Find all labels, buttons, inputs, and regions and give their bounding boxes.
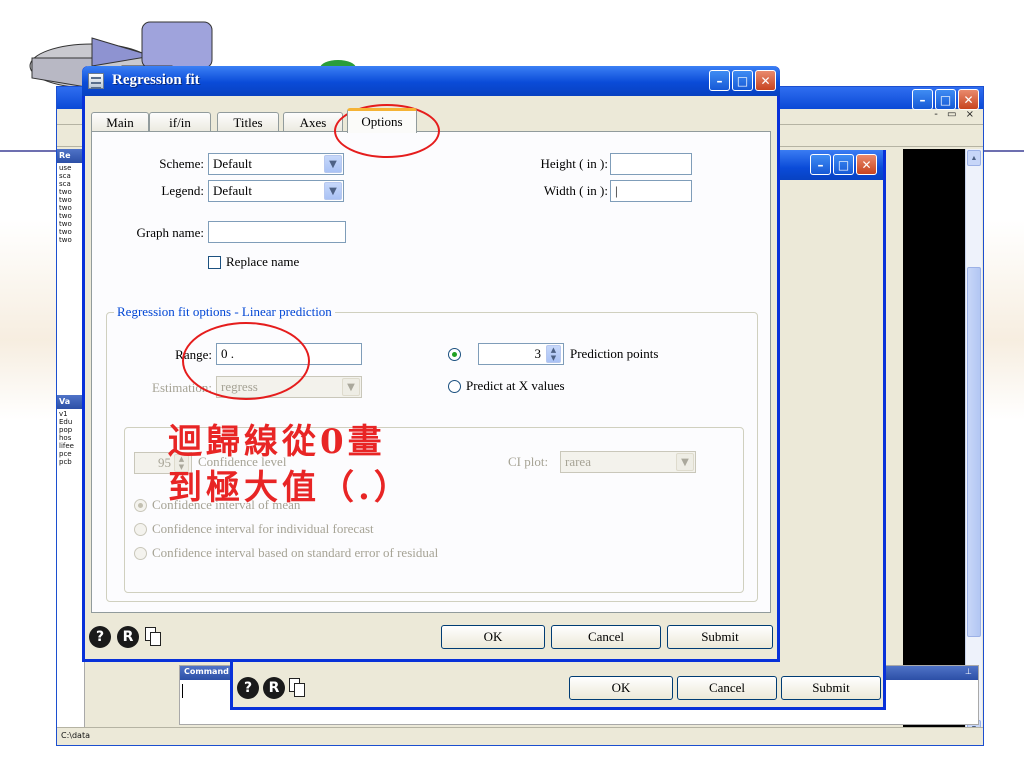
review-list[interactable]: use sca sca two two two two two two two <box>57 163 84 245</box>
variable-item[interactable]: pce <box>59 450 82 458</box>
dialog-title-bar[interactable]: Regression fit – □ ✕ <box>82 66 780 96</box>
chevron-down-icon[interactable]: ▼ <box>324 155 342 173</box>
chevron-down-icon: ▼ <box>676 453 694 471</box>
chevron-down-icon[interactable]: ▼ <box>324 182 342 200</box>
chevron-down-icon: ▼ <box>342 378 360 396</box>
pin-icon[interactable]: ⊥ <box>965 667 972 676</box>
annotation-line-2: 到極大值（.） <box>168 468 412 508</box>
graph-name-label: Graph name: <box>136 225 204 240</box>
review-variables-pane: Re use sca sca two two two two two two t… <box>57 149 85 739</box>
review-item[interactable]: two <box>59 220 82 228</box>
copy-command-icon[interactable] <box>289 678 307 698</box>
submit-button[interactable]: Submit <box>667 625 773 649</box>
width-input[interactable]: | <box>610 180 692 202</box>
tab-options[interactable]: Options <box>347 108 417 133</box>
legend-value: Default <box>213 183 252 198</box>
review-item[interactable]: sca <box>59 172 82 180</box>
maximize-icon[interactable]: □ <box>935 89 956 110</box>
scheme-select[interactable]: Default ▼ <box>208 153 344 175</box>
reset-icon[interactable]: R <box>263 677 285 699</box>
ci-mean-radio[interactable] <box>134 499 147 512</box>
ci-plot-value: rarea <box>565 454 591 469</box>
prediction-points-label: Prediction points <box>570 346 659 361</box>
tab-main[interactable]: Main <box>91 112 149 132</box>
ci-residual-radio[interactable] <box>134 547 147 560</box>
replace-name-label: Replace name <box>226 254 300 269</box>
dialog-app-icon <box>88 73 104 89</box>
close-icon[interactable]: ✕ <box>856 154 877 175</box>
variable-item[interactable]: Edu <box>59 418 82 426</box>
ci-plot-label: CI plot: <box>508 454 549 469</box>
predict-at-x-label: Predict at X values <box>466 378 565 393</box>
height-label: Height ( in ): <box>540 156 608 171</box>
ci-plot-select[interactable]: rarea ▼ <box>560 451 696 473</box>
review-item[interactable]: use <box>59 164 82 172</box>
ok-button[interactable]: OK <box>441 625 545 649</box>
legend-label: Legend: <box>161 183 204 198</box>
review-item[interactable]: sca <box>59 180 82 188</box>
close-icon[interactable]: ✕ <box>958 89 979 110</box>
review-item[interactable]: two <box>59 204 82 212</box>
dialog-title: Regression fit <box>112 72 200 88</box>
cancel-button[interactable]: Cancel <box>551 625 661 649</box>
command-cursor <box>182 684 183 698</box>
ci-forecast-label: Confidence interval for individual forec… <box>152 521 374 536</box>
back-cancel-button[interactable]: Cancel <box>677 676 777 700</box>
width-label: Width ( in ): <box>543 183 608 198</box>
maximize-icon[interactable]: □ <box>833 154 854 175</box>
prediction-points-radio[interactable] <box>448 348 461 361</box>
ci-residual-label: Confidence interval based on standard er… <box>152 545 439 560</box>
tab-titles[interactable]: Titles <box>217 112 279 132</box>
variable-item[interactable]: pop <box>59 426 82 434</box>
close-icon[interactable]: ✕ <box>755 70 776 91</box>
scheme-label: Scheme: <box>159 156 204 171</box>
variable-item[interactable]: pcb <box>59 458 82 466</box>
review-item[interactable]: two <box>59 228 82 236</box>
inner-window-controls[interactable]: - ▭ × <box>934 109 977 120</box>
range-highlight-circle <box>182 322 310 400</box>
results-scrollbar[interactable]: ▲ ▼ <box>965 149 982 737</box>
copy-command-icon[interactable] <box>145 627 163 647</box>
regression-options-title: Regression fit options - Linear predicti… <box>114 304 335 320</box>
variables-list[interactable]: v1 Edu pop hos lifee pce pcb <box>57 409 84 467</box>
back-ok-button[interactable]: OK <box>569 676 673 700</box>
minimize-icon[interactable]: – <box>912 89 933 110</box>
graph-name-input[interactable] <box>208 221 346 243</box>
minimize-icon[interactable]: – <box>810 154 831 175</box>
dialog-window-controls: – □ ✕ <box>707 70 776 91</box>
review-item[interactable]: two <box>59 212 82 220</box>
help-icon[interactable]: ? <box>237 677 259 699</box>
legend-select[interactable]: Default ▼ <box>208 180 344 202</box>
annotation-line-1: 迴歸線從0畫 <box>168 422 386 462</box>
variable-item[interactable]: hos <box>59 434 82 442</box>
variables-header: Va <box>57 395 84 409</box>
reset-icon[interactable]: R <box>117 626 139 648</box>
review-item[interactable]: two <box>59 236 82 244</box>
scrollbar-thumb[interactable] <box>967 267 981 637</box>
scroll-up-icon[interactable]: ▲ <box>967 150 981 166</box>
help-icon[interactable]: ? <box>89 626 111 648</box>
review-item[interactable]: two <box>59 188 82 196</box>
status-path: C:\data <box>61 731 90 740</box>
review-header: Re <box>57 149 84 163</box>
maximize-icon[interactable]: □ <box>732 70 753 91</box>
minimize-icon[interactable]: – <box>709 70 730 91</box>
predict-at-x-radio[interactable] <box>448 380 461 393</box>
stata-window-controls: – □ ✕ <box>910 89 979 110</box>
status-bar: C:\data <box>57 727 983 745</box>
review-item[interactable]: two <box>59 196 82 204</box>
results-pane <box>903 149 967 737</box>
ci-forecast-radio[interactable] <box>134 523 147 536</box>
variable-item[interactable]: v1 <box>59 410 82 418</box>
replace-name-checkbox[interactable] <box>208 256 221 269</box>
tab-if-in[interactable]: if/in <box>149 112 211 132</box>
background-dialog-controls: – □ ✕ <box>808 154 877 175</box>
height-input[interactable] <box>610 153 692 175</box>
variable-item[interactable]: lifee <box>59 442 82 450</box>
scheme-value: Default <box>213 156 252 171</box>
back-submit-button[interactable]: Submit <box>781 676 881 700</box>
spinner-icon[interactable]: ▲ ▼ <box>546 345 561 363</box>
